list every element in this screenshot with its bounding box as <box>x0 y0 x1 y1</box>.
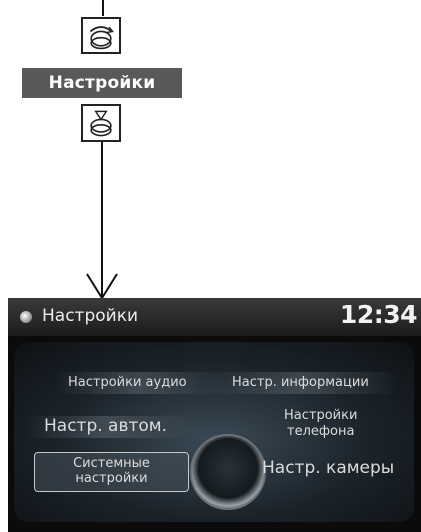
menu-item-label: телефона <box>287 424 355 439</box>
menu-item-label: Системные <box>73 456 150 471</box>
menu-item-audio-settings[interactable]: Настройки аудио <box>68 375 187 390</box>
menu-item-phone-settings[interactable]: Настройки телефона <box>284 408 357 440</box>
screen-title: Настройки <box>42 306 139 326</box>
menu-item-camera-settings[interactable]: Настр. камеры <box>262 458 394 478</box>
menu-item-info-settings[interactable]: Настр. информации <box>232 375 369 390</box>
menu-dial <box>190 434 266 510</box>
settings-button-label: Настройки <box>22 68 182 98</box>
navigation-screen: Настройки 12:34 Настройки аудио Настр. и… <box>8 298 421 532</box>
menu-item-label: Настройки <box>284 408 358 423</box>
arrow-down-icon <box>86 273 118 300</box>
settings-gear-icon <box>20 311 32 323</box>
knob-rotate-icon <box>81 17 121 54</box>
menu-item-system-settings[interactable]: Системные настройки <box>34 452 189 492</box>
menu-item-label: настройки <box>75 471 148 486</box>
menu-item-vehicle-settings[interactable]: Настр. автом. <box>44 416 167 436</box>
connector-line <box>102 0 104 16</box>
knob-press-icon <box>81 104 121 142</box>
settings-menu: Настройки аудио Настр. информации Настр.… <box>14 342 414 522</box>
title-bar: Настройки 12:34 <box>8 298 421 336</box>
clock: 12:34 <box>339 300 418 329</box>
